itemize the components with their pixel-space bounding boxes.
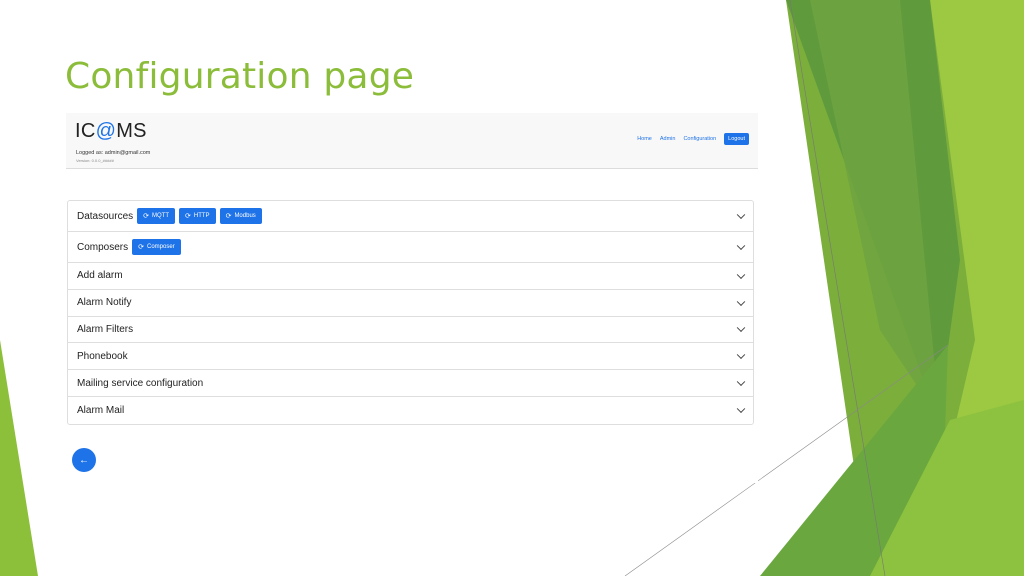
- accordion-item-datasources[interactable]: Datasources ⟳ MQTT ⟳ HTTP ⟳ Modbus: [68, 201, 753, 232]
- chevron-down-icon[interactable]: [736, 270, 746, 279]
- app-screenshot: IC@MS Logged as: admin@gmail.com Version…: [66, 113, 758, 483]
- nav-home-link[interactable]: Home: [637, 136, 652, 142]
- modbus-button[interactable]: ⟳ Modbus: [219, 208, 262, 224]
- top-nav: Home Admin Configuration Logout: [637, 133, 749, 145]
- chip-label: Composer: [147, 244, 175, 250]
- mqtt-button[interactable]: ⟳ MQTT: [137, 208, 176, 224]
- app-header: IC@MS Logged as: admin@gmail.com Version…: [66, 113, 758, 169]
- refresh-icon: ⟳: [143, 213, 150, 220]
- accordion-label: Alarm Notify: [77, 297, 132, 309]
- chevron-down-icon[interactable]: [736, 350, 746, 360]
- accordion-item-add-alarm[interactable]: Add alarm: [68, 263, 753, 290]
- accordion-item-alarm-notify[interactable]: Alarm Notify: [68, 290, 753, 317]
- accordion-item-mailing-service[interactable]: Mailing service configuration: [68, 370, 753, 397]
- nav-configuration-link[interactable]: Configuration: [683, 136, 716, 142]
- chip-label: Modbus: [234, 213, 256, 219]
- accordion-label: Composers: [77, 241, 129, 253]
- accordion-item-alarm-filters[interactable]: Alarm Filters: [68, 317, 753, 344]
- accordion-item-alarm-mail[interactable]: Alarm Mail: [68, 397, 753, 424]
- accordion-label: Alarm Mail: [77, 404, 125, 416]
- chip-label: MQTT: [152, 213, 170, 219]
- nav-admin-link[interactable]: Admin: [660, 136, 676, 142]
- chevron-down-icon[interactable]: [736, 241, 746, 251]
- chevron-down-icon[interactable]: [736, 404, 746, 414]
- chip-label: HTTP: [193, 213, 210, 219]
- refresh-icon: ⟳: [225, 213, 232, 220]
- accordion-item-phonebook[interactable]: Phonebook: [68, 343, 753, 371]
- back-button[interactable]: ←: [72, 448, 96, 472]
- chevron-down-icon[interactable]: [736, 297, 746, 306]
- slide-title: Configuration page: [65, 56, 415, 97]
- app-logo: IC@MS: [75, 120, 147, 143]
- accordion-label: Mailing service configuration: [77, 377, 204, 389]
- chevron-down-icon[interactable]: [736, 324, 746, 333]
- accordion-label: Datasources: [77, 210, 134, 222]
- chevron-down-icon[interactable]: [736, 377, 746, 387]
- refresh-icon: ⟳: [138, 244, 145, 251]
- accordion-label: Phonebook: [77, 350, 128, 362]
- arrow-left-icon: ←: [79, 454, 89, 466]
- logo-suffix: MS: [116, 120, 147, 142]
- config-accordion: Datasources ⟳ MQTT ⟳ HTTP ⟳ Modbus Composer…: [67, 200, 754, 425]
- logged-as-text: Logged as: admin@gmail.com: [76, 150, 151, 156]
- accordion-item-composers[interactable]: Composers ⟳ Composer: [68, 232, 753, 263]
- green-shape-left: [0, 340, 38, 576]
- logout-button[interactable]: Logout: [724, 133, 749, 145]
- refresh-icon: ⟳: [185, 213, 191, 220]
- logo-at: @: [95, 120, 117, 142]
- accordion-label: Add alarm: [77, 270, 123, 282]
- accordion-label: Alarm Filters: [77, 323, 134, 335]
- http-button[interactable]: ⟳ HTTP: [179, 208, 216, 224]
- logo-prefix: IC: [75, 120, 96, 142]
- version-text: Version: 0.0.0_#####: [76, 158, 114, 163]
- chevron-down-icon[interactable]: [736, 210, 746, 220]
- composer-button[interactable]: ⟳ Composer: [132, 239, 181, 255]
